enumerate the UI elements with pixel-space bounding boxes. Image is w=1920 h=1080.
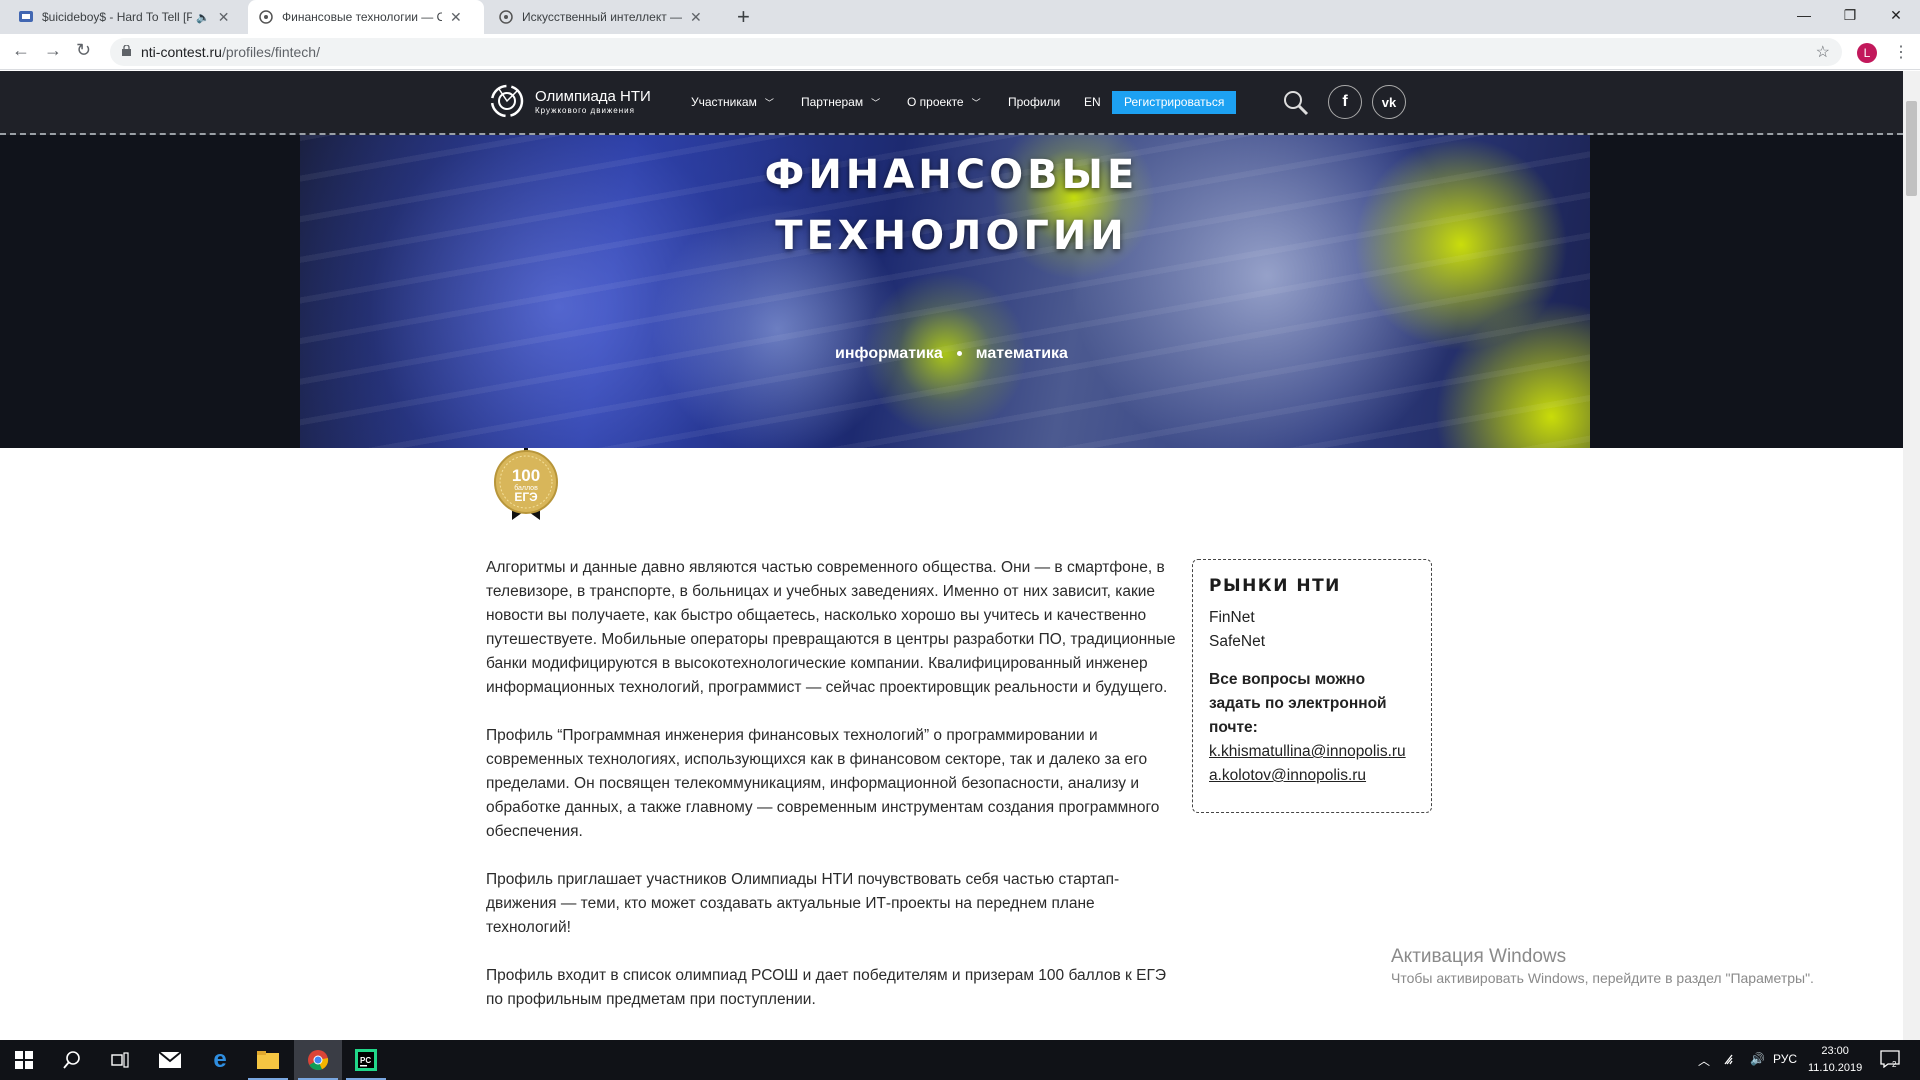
browser-toolbar: ← → ↻ nti-contest.ru/profiles/fintech/ ☆…: [0, 34, 1920, 70]
chevron-down-icon: ﹀: [764, 98, 774, 108]
system-clock[interactable]: 23:00 11.10.2019: [1808, 1043, 1862, 1077]
100-points-badge: 100 баллов ЕГЭ: [494, 448, 558, 520]
bookmark-star-icon[interactable]: ☆: [1816, 42, 1830, 62]
profile-avatar[interactable]: L: [1857, 43, 1877, 63]
facebook-icon[interactable]: f: [1328, 85, 1362, 119]
close-icon[interactable]: ✕: [690, 9, 702, 26]
nav-about[interactable]: О проекте ﹀: [907, 95, 981, 109]
pycharm-icon[interactable]: PC: [342, 1040, 390, 1080]
restore-icon[interactable]: ❐: [1827, 0, 1873, 30]
logo-subtitle: Кружкового движения: [535, 105, 635, 115]
windows-taskbar: e PC ︿ 🔊 РУС 23:00 11.10.2019 2: [0, 1040, 1920, 1080]
register-button[interactable]: Регистрироваться: [1112, 91, 1237, 114]
nav-label: О проекте: [907, 95, 964, 109]
windows-activation-watermark: Активация Windows Чтобы активировать Win…: [1391, 946, 1814, 986]
close-icon[interactable]: ✕: [218, 9, 230, 26]
search-icon[interactable]: [1283, 90, 1309, 116]
search-icon[interactable]: [48, 1040, 96, 1080]
url-host: nti-contest.ru: [141, 44, 222, 60]
badge-number: 100: [512, 466, 540, 485]
new-tab-button[interactable]: +: [737, 4, 750, 30]
activation-text: Чтобы активировать Windows, перейдите в …: [1391, 970, 1814, 986]
logo-mark-icon: [490, 84, 524, 118]
title-line-1: ФИНАНСОВЫЕ: [764, 152, 1139, 198]
email-link[interactable]: a.kolotov@innopolis.ru: [1209, 764, 1415, 788]
nav-partners[interactable]: Партнерам ﹀: [801, 95, 880, 109]
nav-label: Партнерам: [801, 95, 864, 109]
nav-label: Профили: [1008, 95, 1061, 109]
browser-tab-fintech[interactable]: Финансовые технологии — Ол ✕: [248, 0, 484, 34]
paragraph: Профиль “Программная инженерия финансовы…: [486, 727, 1160, 840]
email-link[interactable]: k.khismatullina@innopolis.ru: [1209, 740, 1415, 764]
url-path: /profiles/fintech/: [221, 44, 320, 60]
chevron-down-icon: ﹀: [871, 98, 881, 108]
task-view-icon[interactable]: [96, 1040, 144, 1080]
hero-banner: ФИНАНСОВЫЕ ТЕХНОЛОГИИ информатика математ…: [0, 135, 1903, 448]
clock-date: 11.10.2019: [1808, 1062, 1863, 1074]
clock-time: 23:00: [1821, 1045, 1849, 1057]
markets-heading: РЫНКИ НТИ: [1209, 576, 1341, 596]
lock-icon[interactable]: [122, 44, 131, 59]
notifications-icon[interactable]: 2: [1880, 1050, 1900, 1071]
svg-text:PC: PC: [360, 1056, 371, 1065]
market-item: FinNet: [1209, 609, 1255, 626]
separator-dot: [956, 351, 962, 357]
site-logo[interactable]: Олимпиада НТИ Кружкового движения: [487, 81, 651, 121]
tray-expand-icon[interactable]: ︿: [1698, 1052, 1710, 1069]
speaker-icon[interactable]: 🔈: [196, 11, 210, 24]
chrome-icon[interactable]: [294, 1040, 342, 1080]
nav-label: Участникам: [691, 95, 757, 109]
subject-math: математика: [975, 345, 1068, 362]
input-language[interactable]: РУС: [1773, 1052, 1797, 1066]
page-viewport: Олимпиада НТИ Кружкового движения Участн…: [0, 71, 1903, 1040]
network-icon[interactable]: [1724, 1052, 1740, 1069]
address-bar[interactable]: nti-contest.ru/profiles/fintech/ ☆: [110, 38, 1842, 66]
menu-kebab-icon[interactable]: ⋮: [1893, 42, 1909, 62]
nti-markets-box: РЫНКИ НТИ FinNet SafeNet Все вопросы мож…: [1192, 559, 1432, 813]
page-scrollbar[interactable]: [1903, 71, 1920, 1040]
reload-icon[interactable]: ↻: [76, 40, 91, 61]
market-item: SafeNet: [1209, 633, 1266, 650]
nav-label: EN: [1084, 95, 1101, 109]
browser-tab-strip: $uicideboy$ - Hard To Tell [P 🔈 ✕ Финанс…: [0, 0, 1920, 34]
minimize-icon[interactable]: —: [1781, 0, 1827, 30]
close-icon[interactable]: ✕: [450, 9, 462, 26]
subject-informatics: информатика: [835, 345, 943, 362]
subject-tags: информатика математика: [0, 345, 1903, 363]
paragraph: Профиль входит в список олимпиад РСОШ и …: [486, 967, 1166, 1008]
scrollbar-thumb[interactable]: [1906, 101, 1917, 196]
logo-title: Олимпиада НТИ: [535, 87, 651, 105]
chevron-down-icon: ﹀: [971, 98, 981, 108]
nav-participants[interactable]: Участникам ﹀: [691, 95, 774, 109]
badge-exam: ЕГЭ: [514, 490, 538, 504]
browser-tab-ai[interactable]: Искусственный интеллект — Ол ✕: [488, 0, 724, 34]
title-line-2: ТЕХНОЛОГИИ: [775, 213, 1128, 259]
volume-icon[interactable]: 🔊: [1750, 1052, 1765, 1066]
mail-icon[interactable]: [146, 1040, 194, 1080]
globe-icon: [498, 9, 514, 25]
paragraph: Профиль приглашает участников Олимпиады …: [486, 871, 1120, 936]
site-header: Олимпиада НТИ Кружкового движения Участн…: [0, 71, 1903, 135]
vk-icon[interactable]: vk: [1372, 85, 1406, 119]
tab-title: $uicideboy$ - Hard To Tell [P: [42, 10, 192, 24]
browser-tab-music[interactable]: $uicideboy$ - Hard To Tell [P 🔈 ✕: [8, 0, 248, 34]
page-title: ФИНАНСОВЫЕ ТЕХНОЛОГИИ: [0, 145, 1903, 267]
tab-title: Искусственный интеллект — Ол: [522, 10, 682, 24]
profile-description: Алгоритмы и данные давно являются частью…: [486, 556, 1176, 1036]
close-window-icon[interactable]: ✕: [1873, 0, 1919, 30]
notification-count: 2: [1892, 1060, 1897, 1068]
forward-arrow-icon[interactable]: →: [44, 40, 62, 61]
edge-icon[interactable]: e: [196, 1040, 244, 1080]
windows-start-icon[interactable]: [0, 1040, 48, 1080]
media-tab-icon: [18, 9, 34, 25]
activation-title: Активация Windows: [1391, 946, 1567, 967]
back-arrow-icon[interactable]: ←: [12, 40, 30, 61]
file-explorer-icon[interactable]: [244, 1040, 292, 1080]
nav-language-en[interactable]: EN: [1084, 95, 1101, 109]
globe-icon: [258, 9, 274, 25]
paragraph: Алгоритмы и данные давно являются частью…: [486, 559, 1176, 696]
contact-question: Все вопросы можно задать по электронной …: [1209, 671, 1387, 736]
nav-profiles[interactable]: Профили: [1008, 95, 1060, 109]
tab-title: Финансовые технологии — Ол: [282, 10, 442, 24]
